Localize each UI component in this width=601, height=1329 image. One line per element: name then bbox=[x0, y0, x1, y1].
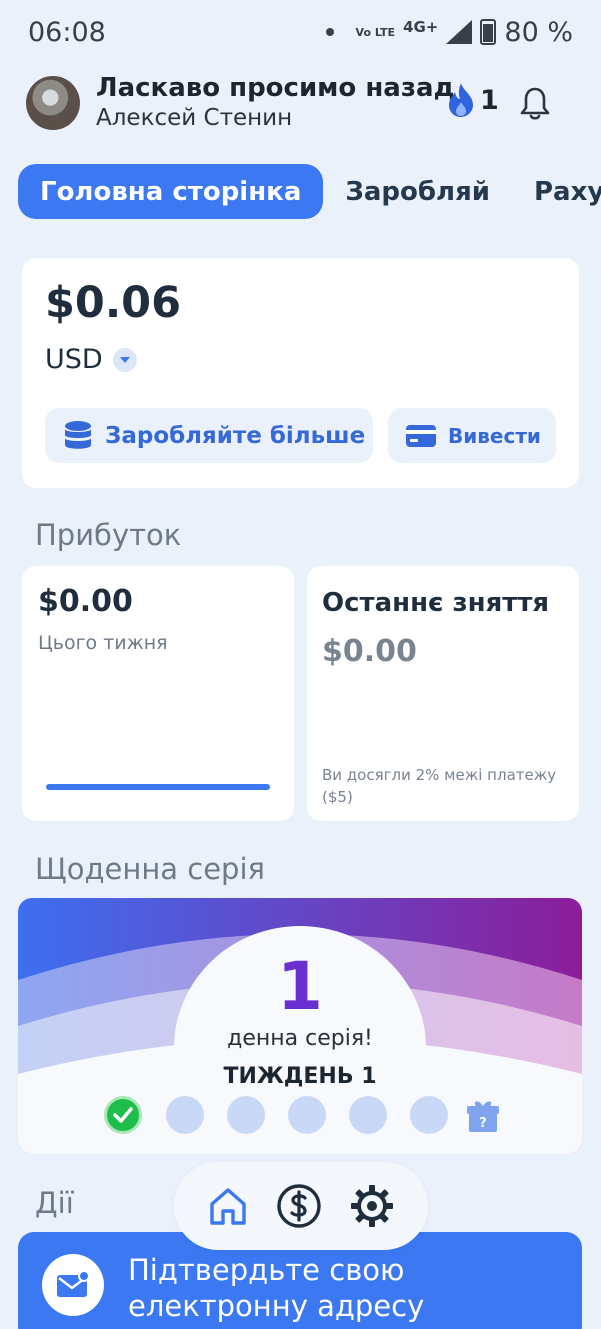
dollar-circle-icon bbox=[277, 1184, 321, 1228]
this-week-progress-bar bbox=[46, 784, 270, 790]
nav-settings-button[interactable] bbox=[349, 1183, 395, 1229]
this-week-card: $0.00 Цього тижня bbox=[22, 566, 294, 821]
day-circle bbox=[410, 1096, 448, 1134]
day-circle bbox=[288, 1096, 326, 1134]
earn-more-button[interactable]: Заробляйте більше bbox=[45, 408, 373, 463]
this-week-amount: $0.00 bbox=[38, 584, 133, 619]
withdraw-button[interactable]: Вивести bbox=[388, 408, 556, 463]
streak-label: денна серія! bbox=[227, 1026, 373, 1051]
card-icon bbox=[406, 424, 436, 447]
volte-indicator: Vo LTE bbox=[355, 25, 396, 39]
day-circle-completed bbox=[104, 1096, 142, 1134]
mail-icon bbox=[57, 1271, 90, 1297]
avatar[interactable] bbox=[26, 76, 80, 130]
status-indicators: Vo LTE 4G+ 80 % bbox=[325, 16, 573, 48]
this-week-label: Цього тижня bbox=[38, 632, 168, 654]
flame-icon bbox=[449, 83, 473, 117]
database-icon bbox=[65, 420, 91, 449]
gear-icon bbox=[350, 1185, 393, 1227]
check-icon bbox=[113, 1107, 133, 1123]
earn-more-label: Заробляйте більше bbox=[105, 422, 366, 449]
status-time: 06:08 bbox=[28, 16, 106, 48]
tab-home[interactable]: Головна сторінка bbox=[18, 164, 324, 219]
last-withdrawal-title: Останнє зняття bbox=[322, 588, 550, 618]
streak-count: 1 bbox=[480, 84, 499, 116]
network-type: 4G+ bbox=[403, 18, 439, 36]
chevron-down-icon bbox=[112, 347, 137, 372]
signal-icon bbox=[446, 20, 473, 44]
notifications-button[interactable] bbox=[520, 86, 550, 124]
tab-earn[interactable]: Заробляй bbox=[323, 164, 512, 219]
user-name: Алексей Стенин bbox=[96, 105, 293, 131]
day-circle bbox=[227, 1096, 265, 1134]
battery-icon bbox=[480, 19, 497, 45]
profit-section-title: Прибуток bbox=[35, 518, 182, 552]
currency-label: USD bbox=[45, 344, 103, 375]
balance-card: $0.06 USD Заробляйте більше Вивести bbox=[22, 258, 579, 488]
mail-icon-wrap bbox=[42, 1254, 104, 1316]
battery-percent: 80 % bbox=[504, 16, 573, 48]
last-withdrawal-amount: $0.00 bbox=[322, 634, 417, 669]
day-circle bbox=[166, 1096, 204, 1134]
daily-streak-section-title: Щоденна серія bbox=[35, 852, 265, 886]
bell-icon bbox=[520, 87, 550, 120]
actions-section-title: Дії bbox=[35, 1186, 74, 1220]
week-label: ТИЖДЕНЬ 1 bbox=[223, 1064, 377, 1089]
streak-indicator[interactable]: 1 bbox=[446, 82, 499, 118]
tab-account[interactable]: Рахунок bbox=[512, 164, 601, 219]
withdraw-label: Вивести bbox=[448, 423, 541, 448]
verify-email-label: Підтвердьте свою електронну адресу bbox=[128, 1253, 425, 1323]
greeting: Ласкаво просимо назад Алексей Стенин bbox=[96, 73, 455, 133]
last-withdrawal-card: Останнє зняття $0.00 Ви досягли 2% межі … bbox=[307, 566, 579, 821]
status-bar: 06:08 Vo LTE 4G+ 80 % bbox=[0, 0, 601, 64]
currency-selector[interactable]: USD bbox=[45, 344, 137, 375]
nav-earn-button[interactable] bbox=[276, 1183, 322, 1229]
balance-amount: $0.06 bbox=[45, 278, 182, 328]
home-icon bbox=[210, 1188, 247, 1225]
tab-bar: Головна сторінка Заробляй Рахунок bbox=[18, 164, 601, 219]
streak-number: 1 bbox=[277, 948, 323, 1025]
daily-streak-card: 1 денна серія! ТИЖДЕНЬ 1 ? bbox=[18, 898, 582, 1154]
last-withdrawal-note: Ви досягли 2% межі платежу ($5) bbox=[322, 766, 557, 806]
bottom-navigation bbox=[174, 1162, 428, 1250]
nav-home-button[interactable] bbox=[207, 1185, 249, 1227]
gift-symbol: ? bbox=[479, 1116, 487, 1131]
notification-dot-icon bbox=[325, 28, 334, 36]
greeting-title: Ласкаво просимо назад bbox=[96, 73, 455, 103]
gift-icon[interactable]: ? bbox=[464, 1096, 502, 1138]
day-circle bbox=[349, 1096, 387, 1134]
header: Ласкаво просимо назад Алексей Стенин 1 bbox=[26, 73, 586, 133]
